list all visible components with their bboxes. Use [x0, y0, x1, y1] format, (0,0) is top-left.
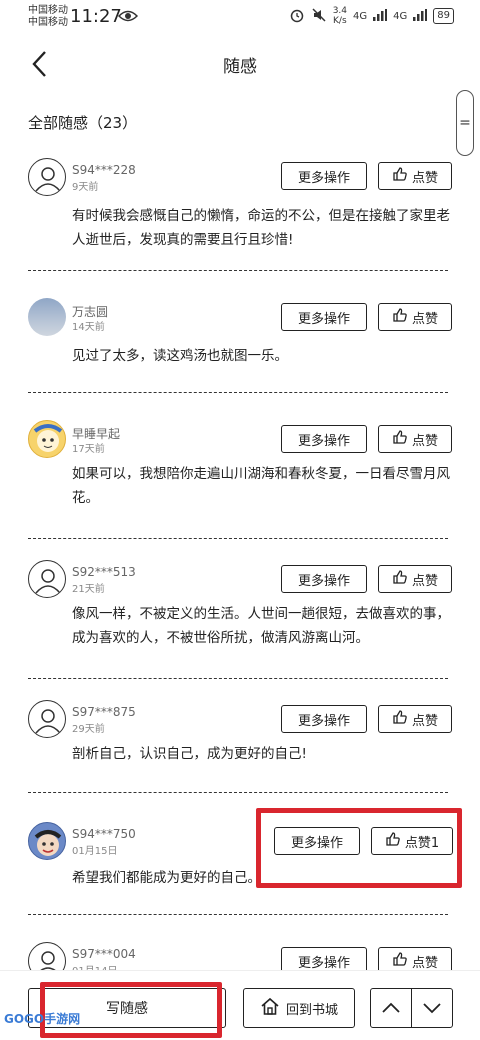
status-bar: 中国移动 中国移动 11:27 3.4 K/s 4G 4G 89 [0, 0, 480, 34]
post-time: 29天前 [72, 724, 105, 735]
speed-unit: K/s [333, 16, 347, 26]
post-feed: S94***228 9天前 更多操作 点赞 有时候我会感慨自己的懒惰，命运的不公… [0, 150, 480, 970]
avatar [28, 942, 66, 970]
post-content: 如果可以，我想陪你走遍山川湖海和春秋冬夏，一日看尽雪月风花。 [72, 466, 450, 506]
like-button[interactable]: 点赞 [378, 425, 452, 453]
scroll-up-button[interactable] [370, 988, 412, 1028]
mute-icon [311, 7, 327, 26]
divider [28, 538, 448, 539]
thumbs-up-icon [392, 166, 408, 186]
battery-indicator: 89 [433, 8, 454, 24]
post-time: 9天前 [72, 182, 99, 193]
post-time: 01月14日 [72, 962, 117, 970]
header: 随感 [0, 36, 480, 92]
side-drawer-handle[interactable]: = [456, 90, 474, 156]
like-button[interactable]: 点赞 [378, 303, 452, 331]
network-speed: 3.4 K/s [333, 6, 347, 26]
like-label: 点赞 [411, 955, 438, 971]
post-time: 01月15日 [72, 846, 118, 857]
page-title: 随感 [223, 57, 257, 77]
post-content: 剖析自己，认识自己，成为更好的自己! [72, 746, 307, 762]
clock: 11:27 [70, 6, 122, 27]
back-to-store-button[interactable]: 回到书城 [243, 988, 355, 1028]
signal-icon [413, 8, 428, 24]
post-content: 见过了太多，读这鸡汤也就图一乐。 [72, 348, 288, 364]
like-label: 点赞 [411, 170, 438, 186]
avatar [28, 298, 66, 336]
divider [28, 792, 448, 793]
bottom-bar: 写随感 回到书城 [0, 970, 480, 1040]
post-time: 14天前 [72, 322, 105, 333]
post-username: S97***004 [72, 947, 136, 961]
post-content: 像风一样，不被定义的生活。人世间一趟很短，去做喜欢的事，成为喜欢的人，不被世俗所… [72, 606, 450, 646]
net-type-1: 4G [353, 10, 368, 22]
watermark-logo: GOGO手游网 [4, 1012, 81, 1026]
post-time: 17天前 [72, 444, 105, 455]
more-actions-button[interactable]: 更多操作 [281, 705, 367, 733]
post-username: S92***513 [72, 565, 136, 579]
thumbs-up-icon [392, 569, 408, 589]
post-content: 希望我们都能成为更好的自己。 [72, 870, 261, 886]
more-actions-button[interactable]: 更多操作 [281, 425, 367, 453]
like-button[interactable]: 点赞 [378, 162, 452, 190]
thumbs-up-icon [392, 709, 408, 729]
post-username: S94***228 [72, 163, 136, 177]
back-to-store-label: 回到书城 [285, 1002, 338, 1018]
divider [28, 392, 448, 393]
more-actions-button[interactable]: 更多操作 [281, 162, 367, 190]
scroll-down-button[interactable] [411, 988, 453, 1028]
divider [28, 678, 448, 679]
thumbs-up-icon [392, 429, 408, 449]
thumbs-up-icon [392, 951, 408, 970]
signal-icon [373, 8, 388, 24]
divider [28, 914, 448, 915]
like-button[interactable]: 点赞 [378, 705, 452, 733]
like-label: 点赞 [411, 573, 438, 589]
post-content: 有时候我会感慨自己的懒惰，命运的不公，但是在接触了家里老人逝世后，发现真的需要且… [72, 208, 450, 248]
like-label: 点赞 [411, 713, 438, 729]
net-type-2: 4G [393, 10, 408, 22]
carrier-2: 中国移动 [28, 17, 68, 28]
more-actions-button[interactable]: 更多操作 [274, 827, 360, 855]
like-label: 点赞 [411, 311, 438, 327]
chevron-down-icon [422, 999, 442, 1018]
house-icon [260, 996, 280, 1020]
alarm-icon [289, 7, 305, 26]
speed-value: 3.4 [332, 6, 348, 16]
more-actions-button[interactable]: 更多操作 [281, 947, 367, 970]
carrier-1: 中国移动 [28, 5, 68, 16]
avatar [28, 700, 66, 738]
avatar [28, 158, 66, 196]
chevron-up-icon [381, 999, 401, 1018]
post-username: S94***750 [72, 827, 136, 841]
post-username: S97***875 [72, 705, 136, 719]
eye-icon [117, 8, 139, 27]
like-label: 点赞1 [404, 835, 440, 851]
section-title: 全部随感（23） [28, 114, 138, 132]
like-button[interactable]: 点赞1 [371, 827, 453, 855]
more-actions-button[interactable]: 更多操作 [281, 565, 367, 593]
avatar [28, 560, 66, 598]
status-right: 3.4 K/s 4G 4G 89 [289, 6, 454, 26]
more-actions-button[interactable]: 更多操作 [281, 303, 367, 331]
like-button[interactable]: 点赞 [378, 565, 452, 593]
thumbs-up-icon [392, 307, 408, 327]
avatar [28, 420, 66, 458]
divider [28, 270, 448, 271]
thumbs-up-icon [385, 831, 401, 851]
avatar [28, 822, 66, 860]
post-time: 21天前 [72, 584, 105, 595]
carrier-info: 中国移动 中国移动 [28, 5, 68, 29]
like-button[interactable]: 点赞 [378, 947, 452, 970]
like-label: 点赞 [411, 433, 438, 449]
